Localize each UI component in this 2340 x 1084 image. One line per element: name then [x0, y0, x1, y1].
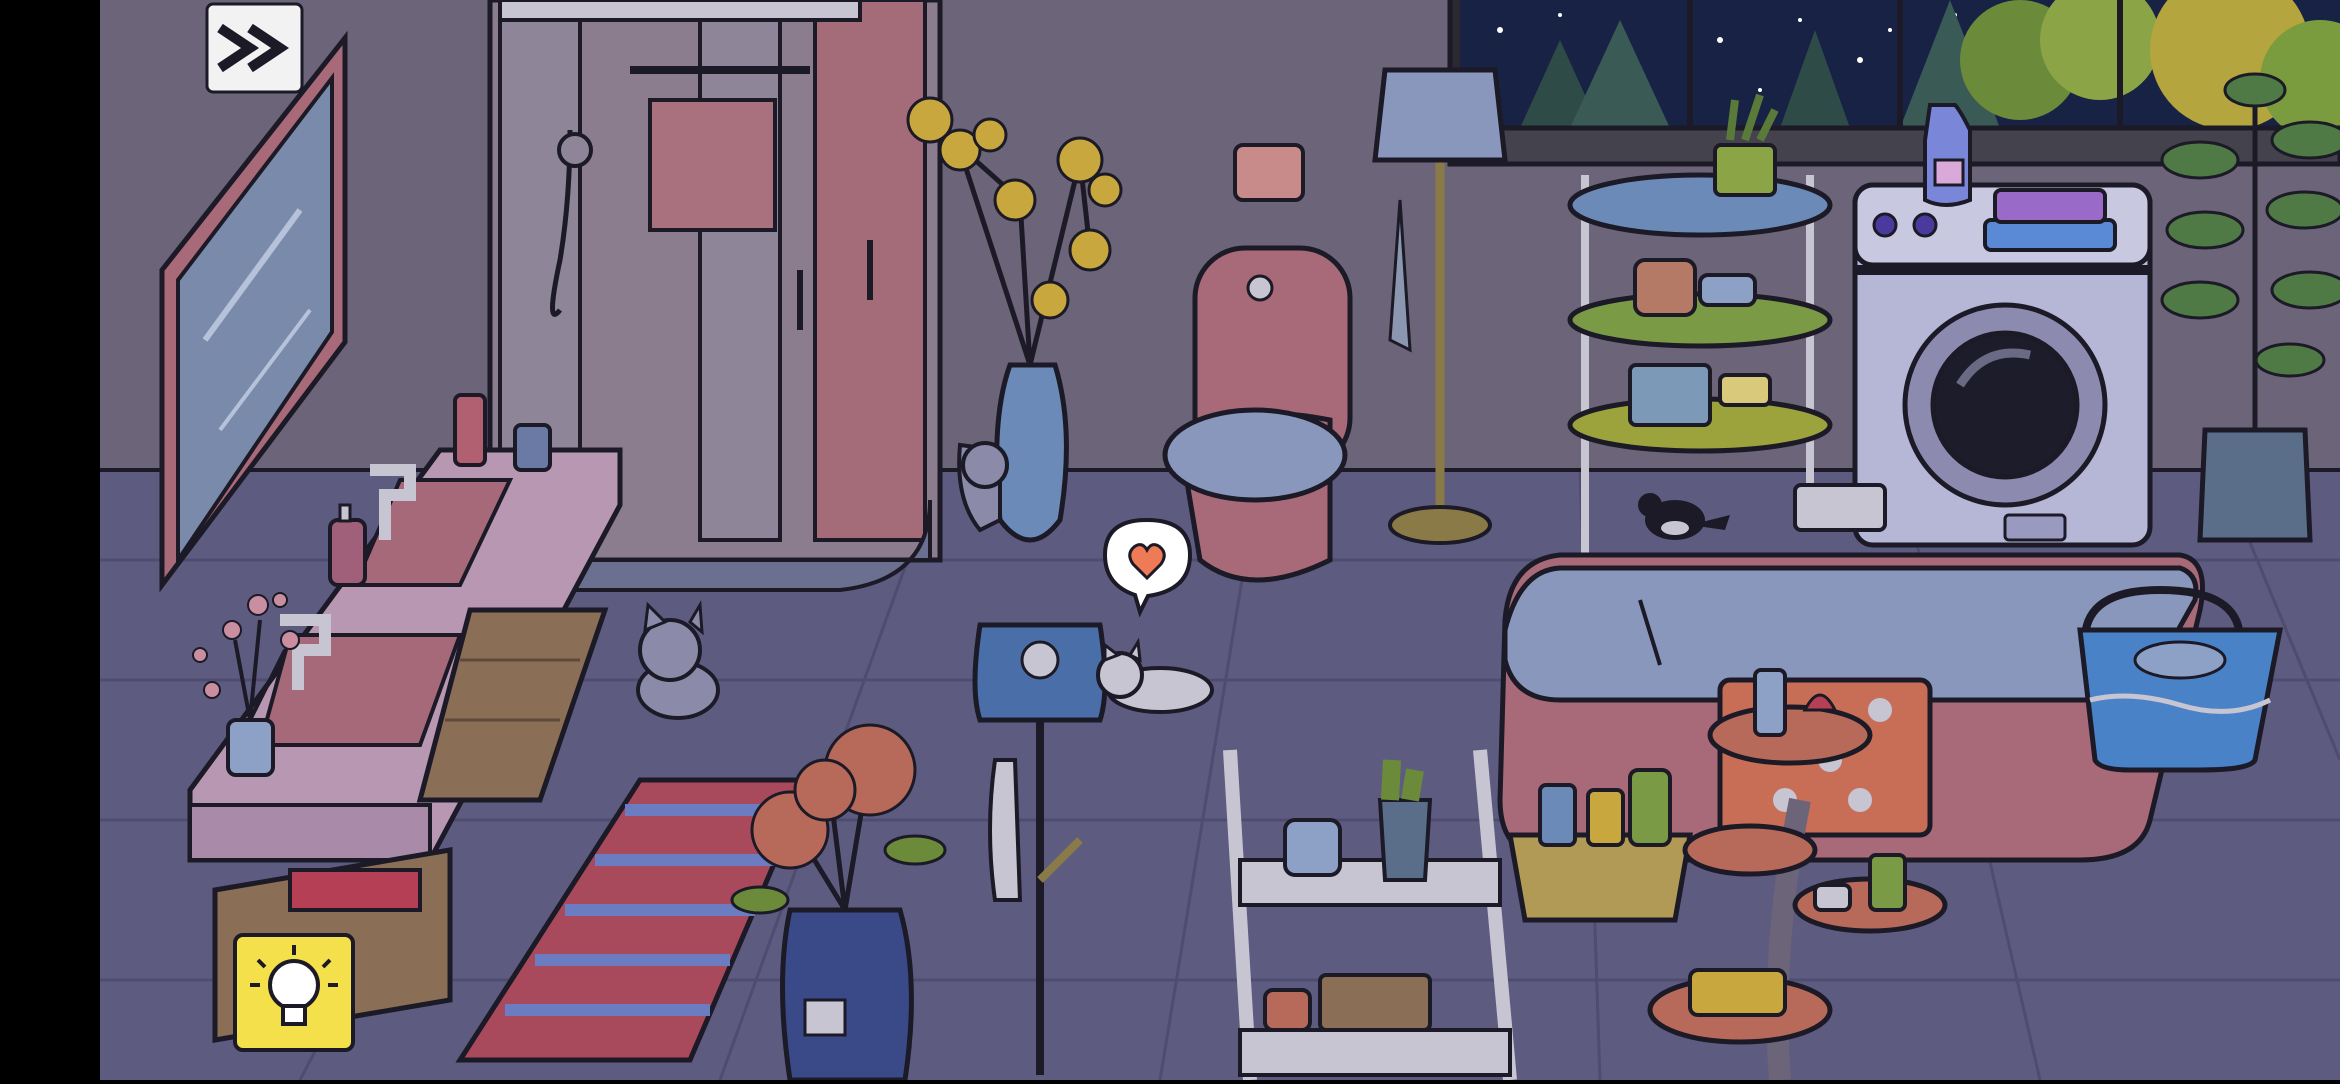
detergent-bottle[interactable]: [1923, 103, 1972, 207]
toilet-paper-holder[interactable]: [1233, 143, 1305, 202]
left-letterbox: [0, 0, 100, 1080]
game-screen: [0, 0, 2340, 1083]
fast-forward-button[interactable]: [205, 2, 304, 94]
folded-towels-on-washer[interactable]: [1983, 188, 2117, 252]
bathroom-scene: [0, 0, 2340, 1083]
toilet[interactable]: [1162, 245, 1353, 583]
night-window: [1447, 0, 2340, 167]
hint-button[interactable]: [233, 933, 355, 1052]
